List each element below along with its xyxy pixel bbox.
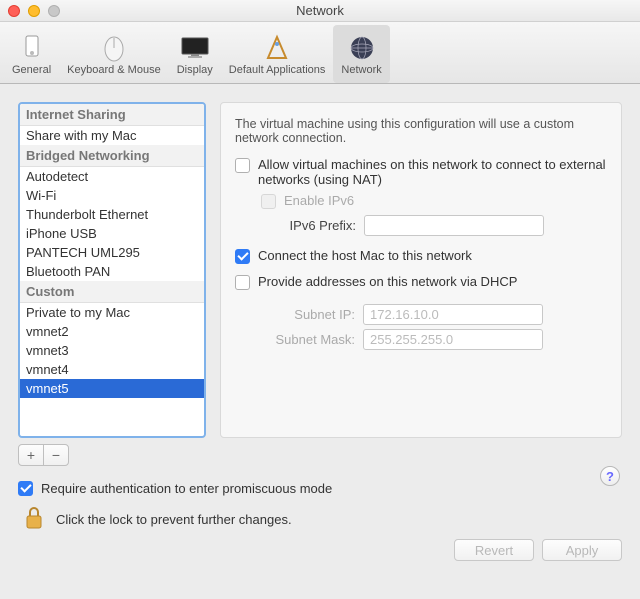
titlebar: Network [0, 0, 640, 22]
sidebar-header: Custom [20, 281, 204, 303]
toolbar-default-apps[interactable]: Default Applications [221, 25, 334, 83]
sidebar-item[interactable]: vmnet5 [20, 379, 204, 398]
sidebar-item[interactable]: Bluetooth PAN [20, 262, 204, 281]
network-list[interactable]: Internet SharingShare with my MacBridged… [18, 102, 206, 438]
settings-panel: The virtual machine using this configura… [220, 102, 622, 438]
lock-label: Click the lock to prevent further change… [56, 512, 292, 527]
sidebar-item[interactable]: Share with my Mac [20, 126, 204, 145]
sidebar-item[interactable]: Wi-Fi [20, 186, 204, 205]
toolbar-label: Keyboard & Mouse [67, 64, 161, 76]
panel-description: The virtual machine using this configura… [235, 117, 607, 145]
lock-icon[interactable] [22, 504, 46, 535]
enable-ipv6-checkbox [261, 194, 276, 209]
dhcp-row: Provide addresses on this network via DH… [235, 274, 607, 290]
sidebar-item[interactable]: iPhone USB [20, 224, 204, 243]
subnet-ip-row: Subnet IP: [255, 304, 607, 325]
toolbar-display[interactable]: Display [169, 25, 221, 83]
dhcp-checkbox[interactable] [235, 275, 250, 290]
auth-label: Require authentication to enter promiscu… [41, 481, 332, 496]
ipv6-prefix-label: IPv6 Prefix: [281, 218, 356, 233]
revert-button[interactable]: Revert [454, 539, 534, 561]
auth-checkbox[interactable] [18, 481, 33, 496]
sidebar-item[interactable]: Private to my Mac [20, 303, 204, 322]
sidebar-item[interactable]: vmnet3 [20, 341, 204, 360]
sidebar-item[interactable]: PANTECH UML295 [20, 243, 204, 262]
allow-nat-checkbox[interactable] [235, 158, 250, 173]
apply-button[interactable]: Apply [542, 539, 622, 561]
enable-ipv6-row: Enable IPv6 [261, 193, 607, 209]
add-button[interactable]: + [18, 444, 44, 466]
dhcp-label: Provide addresses on this network via DH… [258, 274, 517, 289]
connect-host-label: Connect the host Mac to this network [258, 248, 472, 263]
toolbar-label: Default Applications [229, 64, 326, 76]
toolbar: General Keyboard & Mouse Display Default… [0, 22, 640, 84]
remove-button[interactable]: − [43, 444, 69, 466]
action-buttons: Revert Apply [18, 539, 622, 561]
auth-row: Require authentication to enter promiscu… [18, 480, 622, 496]
toolbar-label: Display [177, 64, 213, 76]
applications-icon [261, 32, 293, 64]
enable-ipv6-label: Enable IPv6 [284, 193, 354, 208]
help-button[interactable]: ? [600, 466, 620, 486]
sidebar-header: Internet Sharing [20, 104, 204, 126]
ipv6-prefix-row: IPv6 Prefix: [281, 215, 607, 236]
toolbar-label: General [12, 64, 51, 76]
allow-nat-label: Allow virtual machines on this network t… [258, 157, 607, 187]
general-icon [16, 32, 48, 64]
sidebar-header: Bridged Networking [20, 145, 204, 167]
subnet-mask-input [363, 329, 543, 350]
subnet-ip-label: Subnet IP: [255, 307, 355, 322]
toolbar-general[interactable]: General [4, 25, 59, 83]
sidebar-item[interactable]: Autodetect [20, 167, 204, 186]
footer: Require authentication to enter promiscu… [0, 472, 640, 573]
mouse-icon [98, 32, 130, 64]
window-title: Network [0, 3, 640, 18]
sidebar-item[interactable]: vmnet4 [20, 360, 204, 379]
subnet-ip-input [363, 304, 543, 325]
allow-nat-row: Allow virtual machines on this network t… [235, 157, 607, 187]
content-area: Internet SharingShare with my MacBridged… [0, 84, 640, 472]
ipv6-prefix-input[interactable] [364, 215, 544, 236]
sidebar-item[interactable]: vmnet2 [20, 322, 204, 341]
toolbar-network[interactable]: Network [333, 25, 389, 83]
toolbar-keyboard-mouse[interactable]: Keyboard & Mouse [59, 25, 169, 83]
sidebar-item[interactable]: Thunderbolt Ethernet [20, 205, 204, 224]
subnet-mask-row: Subnet Mask: [255, 329, 607, 350]
network-icon [346, 32, 378, 64]
connect-host-row: Connect the host Mac to this network [235, 248, 607, 264]
toolbar-label: Network [341, 64, 381, 76]
lock-row: Click the lock to prevent further change… [22, 504, 622, 535]
subnet-mask-label: Subnet Mask: [255, 332, 355, 347]
display-icon [179, 32, 211, 64]
add-remove-buttons: + − [18, 444, 206, 466]
connect-host-checkbox[interactable] [235, 249, 250, 264]
